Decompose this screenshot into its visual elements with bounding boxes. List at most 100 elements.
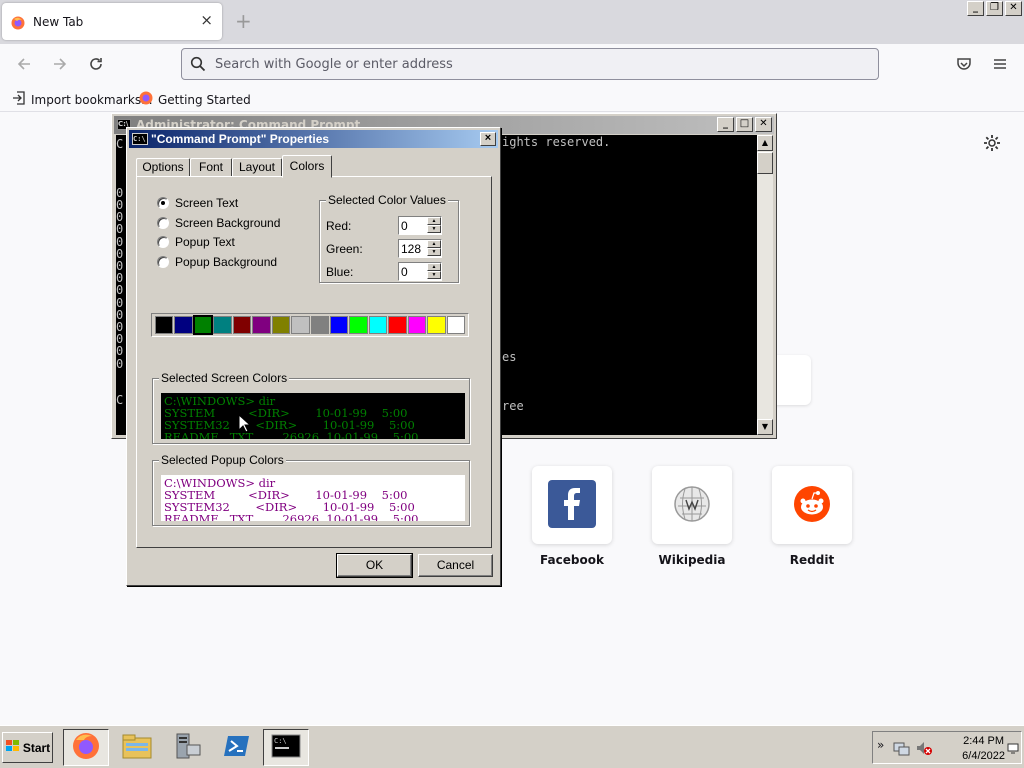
close-icon[interactable]: ✕ xyxy=(755,117,772,132)
color-swatch[interactable] xyxy=(349,316,368,334)
reload-icon[interactable] xyxy=(86,54,106,74)
screen-colors-group: Selected Screen Colors C:\WINDOWS> dir SY… xyxy=(152,371,470,444)
color-swatch[interactable] xyxy=(232,316,252,334)
shortcut-reddit[interactable]: Reddit xyxy=(772,466,852,567)
wikipedia-icon xyxy=(672,484,712,527)
color-swatch[interactable] xyxy=(388,316,407,334)
green-row: Green: 128 ▲ ▼ xyxy=(326,239,442,258)
network-icon[interactable] xyxy=(893,740,911,759)
tab-options[interactable]: Options xyxy=(136,158,190,177)
volume-muted-icon[interactable] xyxy=(915,740,933,759)
menu-icon[interactable] xyxy=(990,54,1010,74)
group-legend: Selected Popup Colors xyxy=(159,453,286,467)
blue-spinner[interactable]: 0 ▲ ▼ xyxy=(398,262,442,281)
taskbar-powershell[interactable] xyxy=(214,729,260,766)
taskbar-command-prompt[interactable]: C:\ xyxy=(263,729,309,766)
radio-screen-text[interactable]: Screen Text xyxy=(157,196,238,210)
green-label: Green: xyxy=(326,242,363,256)
spin-up-icon[interactable]: ▲ xyxy=(427,217,441,225)
start-button[interactable]: Start xyxy=(2,732,53,763)
powershell-icon xyxy=(223,734,251,761)
red-spinner[interactable]: 0 ▲ ▼ xyxy=(398,216,442,235)
taskbar-server-manager[interactable] xyxy=(164,729,210,766)
shortcut-wikipedia[interactable]: Wikipedia xyxy=(652,466,732,567)
color-swatch[interactable] xyxy=(427,316,446,334)
screen-colors-preview: C:\WINDOWS> dir SYSTEM <DIR> 10-01-99 5:0… xyxy=(161,393,465,439)
shortcut-tile xyxy=(532,466,612,544)
cmd-window-controls: _ □ ✕ xyxy=(717,117,772,132)
radio-button xyxy=(157,217,169,229)
radio-label: Screen Text xyxy=(175,196,239,210)
dialog-title-bar[interactable]: C:\ "Command Prompt" Properties × xyxy=(129,130,498,148)
color-swatch[interactable] xyxy=(407,316,427,334)
cmd-output-char: C xyxy=(116,393,124,408)
taskbar-explorer[interactable] xyxy=(114,729,160,766)
folder-icon xyxy=(121,732,153,763)
bookmark-import[interactable]: Import bookmarks... xyxy=(12,91,153,108)
color-swatch[interactable] xyxy=(329,316,349,334)
firefox-icon xyxy=(139,91,153,108)
ok-button[interactable]: OK xyxy=(336,553,413,578)
pocket-icon[interactable] xyxy=(954,54,974,74)
red-label: Red: xyxy=(326,219,352,233)
radio-screen-background[interactable]: Screen Background xyxy=(157,216,280,230)
tray-expand-icon[interactable]: » xyxy=(877,738,884,752)
colors-panel: Screen Text Screen Background Popup Text… xyxy=(136,176,492,548)
color-swatch[interactable] xyxy=(213,316,232,334)
spin-up-icon[interactable]: ▲ xyxy=(427,263,441,271)
scroll-thumb[interactable] xyxy=(757,152,773,174)
color-swatch[interactable] xyxy=(271,316,291,334)
url-input[interactable] xyxy=(215,54,855,74)
shortcut-label: Facebook xyxy=(540,553,604,567)
minimize-icon[interactable]: _ xyxy=(967,1,984,16)
clock[interactable]: 2:44 PM 6/4/2022 xyxy=(962,734,1005,764)
url-bar[interactable] xyxy=(181,48,879,80)
tab-new-tab[interactable]: New Tab × xyxy=(2,3,222,40)
preview-line: README TXT 26926 10-01-99 5:00 xyxy=(164,512,419,521)
clock-time: 2:44 PM xyxy=(963,735,1005,747)
cmd-scrollbar[interactable]: ▲ ▼ xyxy=(757,135,773,435)
spin-down-icon[interactable]: ▼ xyxy=(427,225,441,233)
new-tab-button[interactable]: + xyxy=(235,9,252,33)
restore-icon[interactable]: ❐ xyxy=(986,1,1003,16)
bookmark-getting-started[interactable]: Getting Started xyxy=(139,91,251,108)
window-controls: _ ❐ ✕ xyxy=(967,1,1022,16)
color-swatch[interactable] xyxy=(291,316,310,334)
shortcut-facebook[interactable]: Facebook xyxy=(532,466,612,567)
close-icon[interactable]: × xyxy=(480,132,496,146)
color-swatch[interactable] xyxy=(174,316,193,334)
scroll-up-icon[interactable]: ▲ xyxy=(757,135,773,151)
color-swatch[interactable] xyxy=(155,316,174,334)
tab-layout[interactable]: Layout xyxy=(232,158,282,177)
show-desktop-icon[interactable] xyxy=(1007,742,1019,757)
color-swatch[interactable] xyxy=(192,315,214,335)
taskbar-firefox[interactable] xyxy=(63,729,109,766)
gear-icon[interactable] xyxy=(983,134,1001,155)
tab-colors[interactable]: Colors xyxy=(282,155,332,178)
taskbar: Start C:\ » 2:44 PM 6/4/2022 xyxy=(0,725,1024,768)
tab-close-icon[interactable]: × xyxy=(200,11,213,29)
scroll-down-icon[interactable]: ▼ xyxy=(757,419,773,435)
windows-logo-icon xyxy=(5,739,21,756)
spin-up-icon[interactable]: ▲ xyxy=(427,240,441,248)
color-swatch[interactable] xyxy=(310,316,329,334)
radio-popup-text[interactable]: Popup Text xyxy=(157,235,235,249)
color-swatch[interactable] xyxy=(368,316,388,334)
close-icon[interactable]: ✕ xyxy=(1005,1,1022,16)
radio-button xyxy=(157,236,169,248)
tab-font[interactable]: Font xyxy=(190,158,232,177)
nav-toolbar xyxy=(0,44,1024,84)
cmd-output-char: C xyxy=(116,137,124,151)
minimize-icon[interactable]: _ xyxy=(717,117,734,132)
color-swatch[interactable] xyxy=(252,316,271,334)
green-spinner[interactable]: 128 ▲ ▼ xyxy=(398,239,442,258)
cancel-button[interactable]: Cancel xyxy=(418,554,493,577)
maximize-icon[interactable]: □ xyxy=(736,117,753,132)
radio-popup-background[interactable]: Popup Background xyxy=(157,255,277,269)
forward-icon[interactable] xyxy=(50,54,70,74)
color-swatch[interactable] xyxy=(446,316,465,334)
spin-down-icon[interactable]: ▼ xyxy=(427,271,441,279)
back-icon[interactable] xyxy=(14,54,34,74)
spin-down-icon[interactable]: ▼ xyxy=(427,248,441,256)
radio-label: Screen Background xyxy=(175,216,281,230)
